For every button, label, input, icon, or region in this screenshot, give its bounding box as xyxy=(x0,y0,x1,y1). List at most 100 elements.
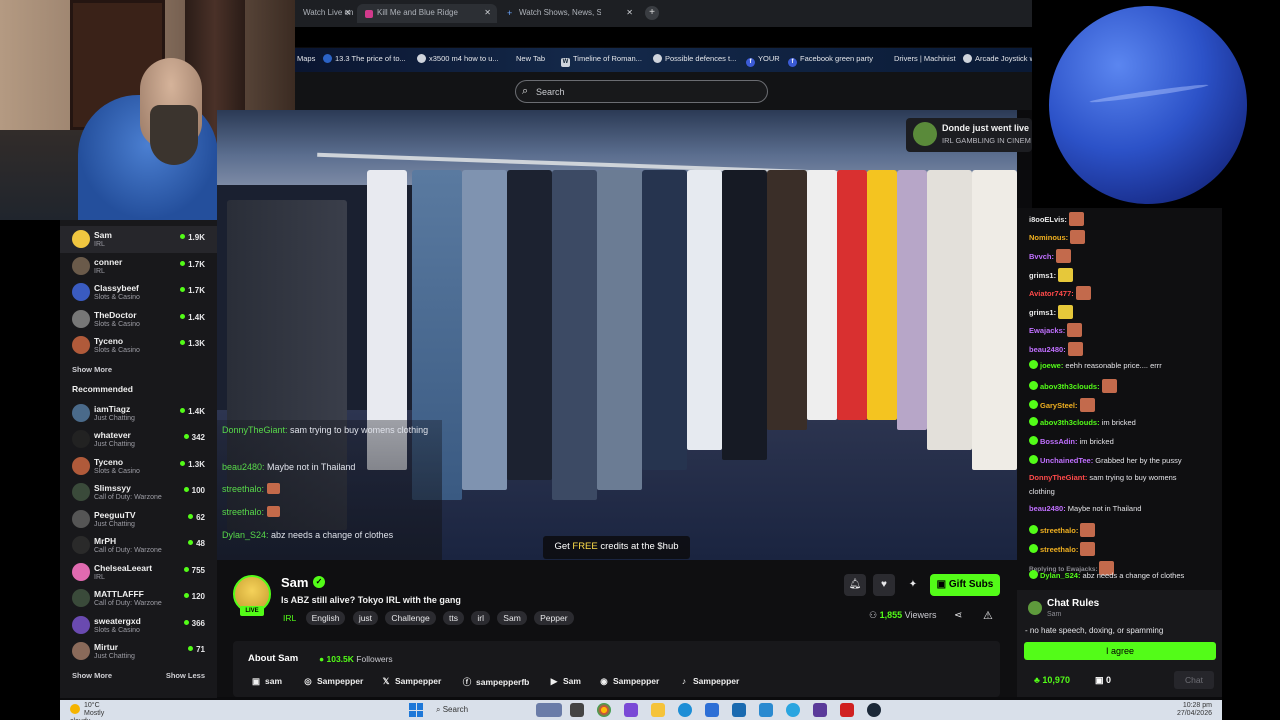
share-icon[interactable]: ⋖ xyxy=(954,610,962,621)
file-explorer-icon[interactable] xyxy=(651,703,665,717)
widgets-icon[interactable] xyxy=(536,703,562,717)
bookmark-item[interactable]: New Tab xyxy=(507,54,545,63)
social-link-instagram[interactable]: ◎ Sampepper xyxy=(303,676,363,687)
weather-widget[interactable]: 10°CMostly cloudy xyxy=(70,702,112,720)
sidebar-channel[interactable]: MATTLAFFF Call of Duty: Warzone 120 xyxy=(60,585,217,612)
bookmark-item[interactable]: 13.3 The price of to... xyxy=(323,54,406,63)
chat-username[interactable]: Nominous: xyxy=(1029,233,1068,242)
social-link-youtube[interactable]: ▶ Sam xyxy=(549,676,581,687)
address-bar[interactable] xyxy=(295,27,1032,47)
task-view-icon[interactable] xyxy=(570,703,584,717)
app-icon[interactable] xyxy=(840,703,854,717)
bookmark-item[interactable]: W Timeline of Roman... xyxy=(561,54,642,67)
bookmark-item[interactable]: Arcade Joystick w xyxy=(963,54,1032,63)
tag-chip[interactable]: English xyxy=(305,611,346,625)
social-link-kick[interactable]: ▣ sam xyxy=(251,676,282,687)
chrome-icon[interactable] xyxy=(597,703,611,717)
gift-subs-button[interactable]: ▣ Gift Subs xyxy=(930,574,1000,596)
browser-tab[interactable]: Watch Live on ✕ xyxy=(295,4,357,23)
chat-username[interactable]: streethalo: xyxy=(1040,545,1078,554)
new-tab-button[interactable]: + xyxy=(645,6,659,20)
tag-chip[interactable]: Pepper xyxy=(534,611,574,625)
chat-username[interactable]: BossAdin: xyxy=(1040,437,1078,446)
report-icon[interactable]: ⚠ xyxy=(983,609,993,622)
chat-username[interactable]: joewe: xyxy=(1040,361,1063,370)
sidebar-channel[interactable]: Slimssyy Call of Duty: Warzone 100 xyxy=(60,479,217,506)
rewards-count[interactable]: ▣ 0 xyxy=(1095,675,1111,686)
mail-icon[interactable] xyxy=(705,703,719,717)
chat-username[interactable]: abov3th3clouds: xyxy=(1040,382,1100,391)
notification-bell-button[interactable]: 🔔︎ xyxy=(844,574,866,596)
sidebar-channel[interactable]: conner IRL 1.7K xyxy=(60,253,217,280)
streamer-name[interactable]: Sam xyxy=(281,575,308,590)
sidebar-channel[interactable]: ChelseaLeeart IRL 755 xyxy=(60,559,217,586)
sidebar-channel[interactable]: Classybeef Slots & Casino 1.7K xyxy=(60,279,217,306)
clip-button[interactable]: ✦ xyxy=(902,574,924,596)
close-icon[interactable]: ✕ xyxy=(626,8,633,17)
agree-button[interactable]: I agree xyxy=(1024,642,1216,660)
chat-username[interactable]: beau2480: xyxy=(1029,504,1066,513)
app-icon[interactable] xyxy=(759,703,773,717)
app-icon[interactable] xyxy=(732,703,746,717)
tag-chip[interactable]: irl xyxy=(471,611,490,625)
social-link-discord[interactable]: ◉ Sampepper xyxy=(599,676,659,687)
sidebar-channel[interactable]: sweatergxd Slots & Casino 366 xyxy=(60,612,217,639)
social-link-facebook[interactable]: ⓕ sampepperfb xyxy=(462,676,530,688)
chat-username[interactable]: GarySteel: xyxy=(1040,401,1078,410)
social-link-x[interactable]: 𝕏 Sampepper xyxy=(381,676,442,687)
app-icon[interactable] xyxy=(813,703,827,717)
live-notification[interactable]: Donde just went live IRL GAMBLING IN CIN… xyxy=(906,118,1032,152)
chat-send-button[interactable]: Chat xyxy=(1174,671,1214,689)
edge-icon[interactable] xyxy=(678,703,692,717)
system-clock[interactable]: 10:28 pm 27/04/2026 xyxy=(1177,702,1212,718)
sidebar-channel[interactable]: Tyceno Slots & Casino 1.3K xyxy=(60,453,217,480)
search-input[interactable]: ⌕ Search xyxy=(515,80,768,103)
bookmark-item[interactable]: x3500 m4 how to u... xyxy=(417,54,499,63)
chat-username[interactable]: Ewajacks: xyxy=(1029,326,1065,335)
steam-icon[interactable] xyxy=(867,703,881,717)
chat-username[interactable]: beau2480: xyxy=(1029,345,1066,354)
telegram-icon[interactable] xyxy=(786,703,800,717)
category-link[interactable]: IRL xyxy=(281,611,298,625)
bookmark-item[interactable]: f Facebook green party xyxy=(788,54,873,67)
channel-points[interactable]: ♣ 10,970 xyxy=(1034,675,1070,685)
chat-username[interactable]: i8ooELvis: xyxy=(1029,215,1067,224)
chat-username[interactable]: streethalo: xyxy=(1040,526,1078,535)
promo-banner[interactable]: Get FREE credits at the $hub xyxy=(543,536,690,559)
chat-username[interactable]: Dylan_S24: xyxy=(1040,571,1080,580)
sidebar-channel[interactable]: whatever Just Chatting 342 xyxy=(60,426,217,453)
sidebar-channel[interactable]: MrPH Call of Duty: Warzone 48 xyxy=(60,532,217,559)
tag-chip[interactable]: just xyxy=(352,611,379,625)
show-more-button[interactable]: Show More xyxy=(60,365,217,374)
close-icon[interactable]: ✕ xyxy=(484,8,491,17)
bookmark-item[interactable]: Possible defences t... xyxy=(653,54,736,63)
show-more-button[interactable]: Show More xyxy=(60,671,112,680)
bookmark-item[interactable]: f YOUR xyxy=(746,54,780,67)
sidebar-channel[interactable]: PeeguuTV Just Chatting 62 xyxy=(60,506,217,533)
chat-username[interactable]: grims1: xyxy=(1029,271,1056,280)
bookmark-item[interactable]: Drivers | Machinist xyxy=(894,54,956,63)
browser-tab[interactable]: + Watch Shows, News, Sport, Mo ✕ xyxy=(499,4,639,23)
sidebar-channel[interactable]: iamTiagz Just Chatting 1.4K xyxy=(60,400,217,427)
bookmark-item[interactable]: Maps xyxy=(297,54,315,63)
sidebar-channel[interactable]: Mirtur Just Chatting 71 xyxy=(60,638,217,665)
browser-tab[interactable]: Kill Me and Blue Ridge | Th... ✕ xyxy=(357,4,497,23)
chat-username[interactable]: DonnyTheGiant: xyxy=(1029,473,1087,482)
chat-username[interactable]: Aviator7477: xyxy=(1029,289,1074,298)
chat-username[interactable]: abov3th3clouds: xyxy=(1040,418,1100,427)
close-icon[interactable]: ✕ xyxy=(344,8,351,17)
sidebar-channel[interactable]: Sam IRL 1.9K xyxy=(60,226,217,253)
app-icon[interactable] xyxy=(624,703,638,717)
sidebar-channel[interactable]: TheDoctor Slots & Casino 1.4K xyxy=(60,306,217,333)
start-button[interactable] xyxy=(409,703,423,717)
follow-button[interactable]: ♥ xyxy=(873,574,895,596)
sidebar-channel[interactable]: Tyceno Slots & Casino 1.3K xyxy=(60,332,217,359)
tag-chip[interactable]: Challenge xyxy=(385,611,436,625)
tag-chip[interactable]: Sam xyxy=(497,611,527,625)
taskbar-search[interactable]: ⌕ Search xyxy=(436,705,468,715)
chat-username[interactable]: Bvvch: xyxy=(1029,252,1054,261)
social-link-tiktok[interactable]: ♪ Sampepper xyxy=(679,676,739,686)
chat-username[interactable]: grims1: xyxy=(1029,308,1056,317)
show-less-button[interactable]: Show Less xyxy=(154,671,205,680)
tag-chip[interactable]: tts xyxy=(443,611,464,625)
